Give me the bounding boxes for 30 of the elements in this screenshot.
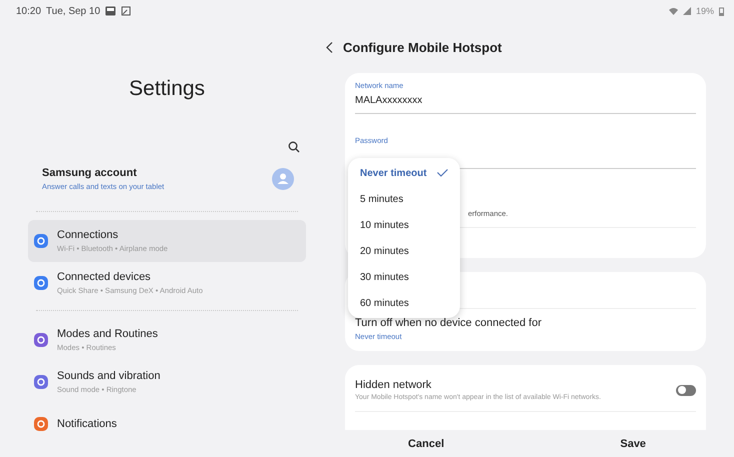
item-title: Sounds and vibration bbox=[57, 370, 160, 382]
setting-title[interactable]: Turn off when no device connected for bbox=[355, 317, 696, 329]
account-name[interactable]: Samsung account bbox=[42, 167, 164, 179]
settings-item[interactable]: Notifications bbox=[28, 403, 306, 445]
menu-option[interactable]: 60 minutes bbox=[348, 290, 460, 316]
back-icon[interactable] bbox=[326, 42, 333, 53]
action-button[interactable]: Cancel bbox=[398, 434, 454, 454]
battery-level: 19% bbox=[696, 6, 714, 16]
status-time: 10:20 bbox=[16, 6, 42, 16]
battery-icon bbox=[719, 6, 724, 16]
menu-option[interactable]: 30 minutes bbox=[348, 264, 460, 290]
item-title: Modes and Routines bbox=[57, 328, 158, 340]
setting-title: Hidden network bbox=[355, 379, 432, 391]
wifi-icon bbox=[668, 7, 678, 15]
check-icon bbox=[436, 169, 448, 177]
search-icon[interactable] bbox=[288, 141, 300, 153]
menu-option[interactable]: 20 minutes bbox=[348, 238, 460, 264]
menu-option[interactable]: 10 minutes bbox=[348, 212, 460, 238]
status-date: Tue, Sep 10 bbox=[46, 6, 100, 16]
toggle-switch[interactable] bbox=[676, 384, 696, 396]
item-title: Notifications bbox=[57, 418, 117, 430]
signal-icon bbox=[682, 7, 691, 15]
settings-title: Settings bbox=[128, 77, 206, 101]
menu-option[interactable]: 5 minutes bbox=[348, 186, 460, 212]
page-title: Configure Mobile Hotspot bbox=[343, 40, 502, 55]
gallery-icon bbox=[105, 6, 116, 16]
item-title: Connections bbox=[57, 229, 120, 241]
action-button[interactable]: Save bbox=[610, 434, 656, 454]
item-title: Connected devices bbox=[57, 271, 152, 283]
screenshot-icon bbox=[121, 6, 132, 16]
